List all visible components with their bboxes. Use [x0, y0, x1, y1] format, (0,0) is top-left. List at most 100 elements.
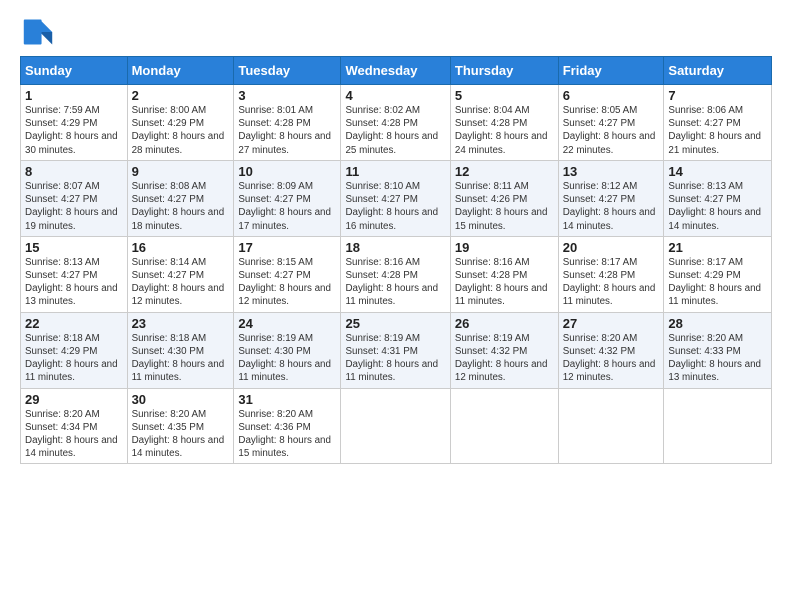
daylight-label: Daylight: 8 hours and 30 minutes.: [25, 131, 118, 155]
day-info: Sunrise: 8:13 AM Sunset: 4:27 PM Dayligh…: [25, 256, 123, 309]
day-info: Sunrise: 8:06 AM Sunset: 4:27 PM Dayligh…: [668, 104, 767, 157]
calendar-cell: 22 Sunrise: 8:18 AM Sunset: 4:29 PM Dayl…: [21, 312, 128, 388]
logo: [20, 16, 54, 48]
day-number: 4: [345, 88, 445, 103]
sunset-label: Sunset: 4:33 PM: [668, 346, 740, 357]
sunrise-label: Sunrise: 8:12 AM: [563, 181, 638, 192]
day-number: 14: [668, 164, 767, 179]
calendar-cell: 1 Sunrise: 7:59 AM Sunset: 4:29 PM Dayli…: [21, 85, 128, 161]
sunrise-label: Sunrise: 8:00 AM: [132, 105, 207, 116]
calendar-cell: 17 Sunrise: 8:15 AM Sunset: 4:27 PM Dayl…: [234, 236, 341, 312]
daylight-label: Daylight: 8 hours and 21 minutes.: [668, 131, 761, 155]
sunset-label: Sunset: 4:29 PM: [25, 118, 97, 129]
sunrise-label: Sunrise: 8:20 AM: [132, 409, 207, 420]
day-info: Sunrise: 8:02 AM Sunset: 4:28 PM Dayligh…: [345, 104, 445, 157]
calendar-cell: [341, 388, 450, 464]
daylight-label: Daylight: 8 hours and 12 minutes.: [132, 283, 225, 307]
sunrise-label: Sunrise: 8:01 AM: [238, 105, 313, 116]
sunrise-label: Sunrise: 8:10 AM: [345, 181, 420, 192]
week-row-4: 22 Sunrise: 8:18 AM Sunset: 4:29 PM Dayl…: [21, 312, 772, 388]
sunrise-label: Sunrise: 8:04 AM: [455, 105, 530, 116]
day-info: Sunrise: 8:01 AM Sunset: 4:28 PM Dayligh…: [238, 104, 336, 157]
calendar-cell: 14 Sunrise: 8:13 AM Sunset: 4:27 PM Dayl…: [664, 160, 772, 236]
day-number: 2: [132, 88, 230, 103]
day-number: 5: [455, 88, 554, 103]
daylight-label: Daylight: 8 hours and 13 minutes.: [25, 283, 118, 307]
sunset-label: Sunset: 4:27 PM: [345, 194, 417, 205]
sunset-label: Sunset: 4:28 PM: [238, 118, 310, 129]
day-info: Sunrise: 8:17 AM Sunset: 4:28 PM Dayligh…: [563, 256, 660, 309]
sunrise-label: Sunrise: 8:09 AM: [238, 181, 313, 192]
daylight-label: Daylight: 8 hours and 14 minutes.: [25, 435, 118, 459]
day-info: Sunrise: 8:12 AM Sunset: 4:27 PM Dayligh…: [563, 180, 660, 233]
daylight-label: Daylight: 8 hours and 18 minutes.: [132, 207, 225, 231]
sunset-label: Sunset: 4:27 PM: [668, 194, 740, 205]
calendar-cell: 4 Sunrise: 8:02 AM Sunset: 4:28 PM Dayli…: [341, 85, 450, 161]
calendar-cell: 13 Sunrise: 8:12 AM Sunset: 4:27 PM Dayl…: [558, 160, 664, 236]
calendar-cell: 11 Sunrise: 8:10 AM Sunset: 4:27 PM Dayl…: [341, 160, 450, 236]
sunset-label: Sunset: 4:28 PM: [345, 270, 417, 281]
day-number: 8: [25, 164, 123, 179]
calendar-cell: 12 Sunrise: 8:11 AM Sunset: 4:26 PM Dayl…: [450, 160, 558, 236]
calendar-cell: 7 Sunrise: 8:06 AM Sunset: 4:27 PM Dayli…: [664, 85, 772, 161]
day-info: Sunrise: 8:20 AM Sunset: 4:33 PM Dayligh…: [668, 332, 767, 385]
sunrise-label: Sunrise: 8:16 AM: [345, 257, 420, 268]
sunset-label: Sunset: 4:29 PM: [25, 346, 97, 357]
day-number: 12: [455, 164, 554, 179]
calendar-cell: [664, 388, 772, 464]
weekday-header-thursday: Thursday: [450, 57, 558, 85]
daylight-label: Daylight: 8 hours and 14 minutes.: [132, 435, 225, 459]
calendar-cell: 9 Sunrise: 8:08 AM Sunset: 4:27 PM Dayli…: [127, 160, 234, 236]
day-number: 28: [668, 316, 767, 331]
daylight-label: Daylight: 8 hours and 24 minutes.: [455, 131, 548, 155]
daylight-label: Daylight: 8 hours and 25 minutes.: [345, 131, 438, 155]
daylight-label: Daylight: 8 hours and 13 minutes.: [668, 359, 761, 383]
calendar-cell: 21 Sunrise: 8:17 AM Sunset: 4:29 PM Dayl…: [664, 236, 772, 312]
sunrise-label: Sunrise: 8:13 AM: [25, 257, 100, 268]
day-info: Sunrise: 8:16 AM Sunset: 4:28 PM Dayligh…: [345, 256, 445, 309]
day-info: Sunrise: 8:18 AM Sunset: 4:29 PM Dayligh…: [25, 332, 123, 385]
day-info: Sunrise: 8:00 AM Sunset: 4:29 PM Dayligh…: [132, 104, 230, 157]
weekday-header-wednesday: Wednesday: [341, 57, 450, 85]
daylight-label: Daylight: 8 hours and 15 minutes.: [455, 207, 548, 231]
sunrise-label: Sunrise: 8:19 AM: [238, 333, 313, 344]
daylight-label: Daylight: 8 hours and 28 minutes.: [132, 131, 225, 155]
day-number: 7: [668, 88, 767, 103]
sunrise-label: Sunrise: 8:05 AM: [563, 105, 638, 116]
sunset-label: Sunset: 4:27 PM: [132, 194, 204, 205]
sunrise-label: Sunrise: 8:02 AM: [345, 105, 420, 116]
sunrise-label: Sunrise: 8:13 AM: [668, 181, 743, 192]
daylight-label: Daylight: 8 hours and 11 minutes.: [563, 283, 656, 307]
weekday-header-sunday: Sunday: [21, 57, 128, 85]
day-info: Sunrise: 8:20 AM Sunset: 4:36 PM Dayligh…: [238, 408, 336, 461]
sunrise-label: Sunrise: 8:20 AM: [668, 333, 743, 344]
sunset-label: Sunset: 4:28 PM: [455, 118, 527, 129]
sunset-label: Sunset: 4:27 PM: [238, 194, 310, 205]
calendar-cell: 16 Sunrise: 8:14 AM Sunset: 4:27 PM Dayl…: [127, 236, 234, 312]
sunset-label: Sunset: 4:28 PM: [563, 270, 635, 281]
day-number: 13: [563, 164, 660, 179]
daylight-label: Daylight: 8 hours and 22 minutes.: [563, 131, 656, 155]
day-number: 29: [25, 392, 123, 407]
day-number: 9: [132, 164, 230, 179]
day-info: Sunrise: 8:05 AM Sunset: 4:27 PM Dayligh…: [563, 104, 660, 157]
sunrise-label: Sunrise: 8:07 AM: [25, 181, 100, 192]
day-info: Sunrise: 8:17 AM Sunset: 4:29 PM Dayligh…: [668, 256, 767, 309]
daylight-label: Daylight: 8 hours and 11 minutes.: [25, 359, 118, 383]
sunset-label: Sunset: 4:29 PM: [132, 118, 204, 129]
week-row-1: 1 Sunrise: 7:59 AM Sunset: 4:29 PM Dayli…: [21, 85, 772, 161]
day-info: Sunrise: 8:20 AM Sunset: 4:32 PM Dayligh…: [563, 332, 660, 385]
sunset-label: Sunset: 4:28 PM: [455, 270, 527, 281]
calendar-cell: 25 Sunrise: 8:19 AM Sunset: 4:31 PM Dayl…: [341, 312, 450, 388]
daylight-label: Daylight: 8 hours and 14 minutes.: [668, 207, 761, 231]
weekday-header-saturday: Saturday: [664, 57, 772, 85]
day-number: 17: [238, 240, 336, 255]
calendar-cell: 29 Sunrise: 8:20 AM Sunset: 4:34 PM Dayl…: [21, 388, 128, 464]
calendar-cell: 10 Sunrise: 8:09 AM Sunset: 4:27 PM Dayl…: [234, 160, 341, 236]
day-info: Sunrise: 7:59 AM Sunset: 4:29 PM Dayligh…: [25, 104, 123, 157]
day-number: 15: [25, 240, 123, 255]
sunrise-label: Sunrise: 8:19 AM: [345, 333, 420, 344]
sunrise-label: Sunrise: 8:20 AM: [238, 409, 313, 420]
calendar-cell: 26 Sunrise: 8:19 AM Sunset: 4:32 PM Dayl…: [450, 312, 558, 388]
sunset-label: Sunset: 4:27 PM: [238, 270, 310, 281]
